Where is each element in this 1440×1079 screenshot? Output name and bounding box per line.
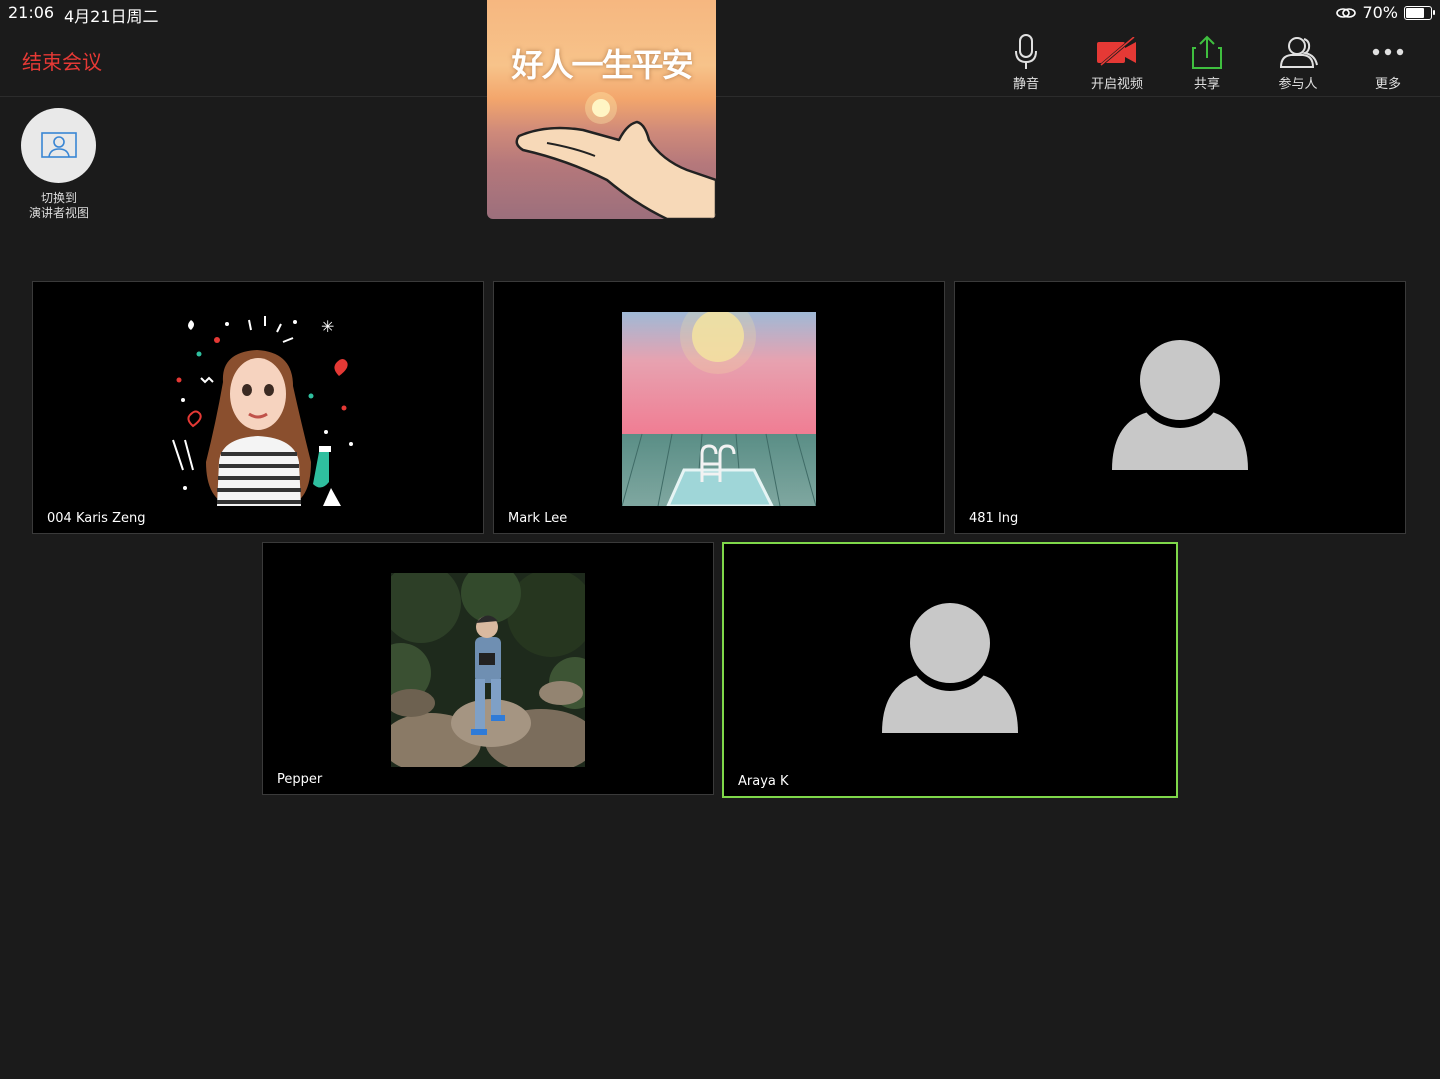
memoji-avatar-image: ✳ [172,316,353,506]
mute-button[interactable]: 静音 [986,32,1066,93]
start-video-button[interactable]: 开启视频 [1077,32,1157,93]
share-label: 共享 [1193,77,1220,92]
default-avatar-icon [882,603,1018,733]
status-right: 70% [1336,3,1435,22]
participant-tile[interactable]: ✳ 004 Karis Zeng [32,281,484,534]
participant-tile[interactable]: 481 Ing [954,281,1406,534]
more-button[interactable]: 更多 [1348,32,1428,93]
svg-text:✳: ✳ [321,317,334,336]
status-bar: 21:06 4月21日周二 70% [0,0,1440,26]
battery-icon [1404,5,1435,20]
meeting-toolbar: 结束会议 静音 开启视频 共享 参与人 更多 [0,26,1440,97]
share-icon [1192,35,1222,69]
participants-icon [1279,37,1318,68]
participants-button[interactable]: 参与人 [1258,32,1338,93]
forest-photo-image [391,573,585,767]
start-video-label: 开启视频 [1090,77,1143,92]
mute-label: 静音 [1012,77,1039,92]
participant-name: Pepper [277,772,323,787]
switch-view-label-2: 演讲者视图 [28,206,89,220]
more-icon [1372,48,1404,56]
end-meeting-button[interactable]: 结束会议 [22,46,102,75]
status-time: 21:06 [8,3,55,22]
participant-name: Araya K [738,774,789,789]
switch-view-label-1: 切换到 [40,191,77,205]
participant-name: 004 Karis Zeng [47,511,146,526]
participant-tile-active[interactable]: Araya K [722,542,1178,798]
participant-name: Mark Lee [508,511,568,526]
participants-label: 参与人 [1278,77,1318,92]
share-button[interactable]: 共享 [1167,32,1247,93]
participant-tile[interactable]: Pepper [262,542,714,795]
participant-tile[interactable]: Mark Lee [493,281,945,534]
pool-painting-image [622,312,816,506]
presenter-view-icon [40,131,77,158]
participant-name: 481 Ing [969,511,1019,526]
default-avatar-icon [1112,340,1248,470]
battery-percent: 70% [1362,3,1398,22]
more-label: 更多 [1374,77,1401,92]
microphone-icon [1015,34,1037,69]
switch-presenter-view-button[interactable]: 切换到 演讲者视图 [21,108,96,221]
self-video-preview[interactable]: 好人一生平安 [487,0,716,219]
sun-hand-illustration [515,92,716,219]
status-date: 4月21日周二 [64,7,159,26]
link-icon [1336,7,1357,18]
video-off-icon [1097,37,1136,67]
